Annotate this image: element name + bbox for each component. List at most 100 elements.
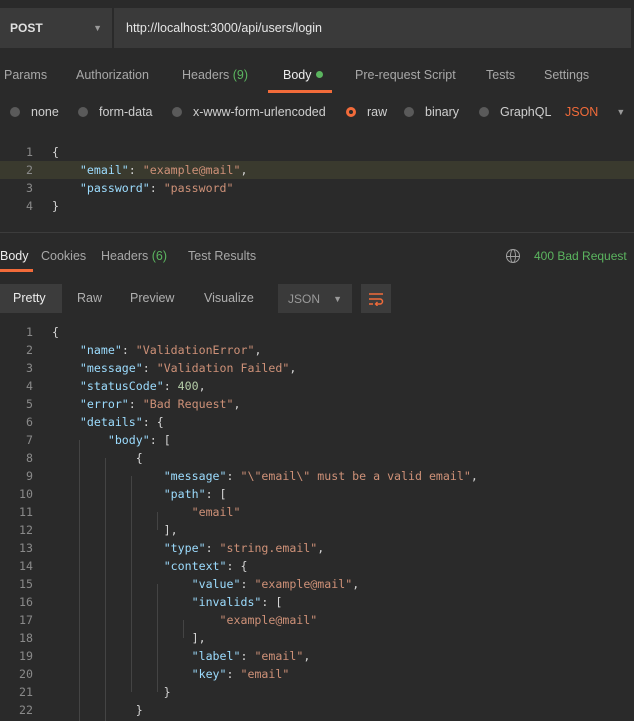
code-token: } bbox=[52, 703, 143, 717]
line-number: 18 bbox=[19, 631, 33, 645]
radio-circle-icon bbox=[404, 107, 414, 117]
tab-tests[interactable]: Tests bbox=[486, 58, 515, 92]
code-token: "ValidationError" bbox=[135, 343, 255, 357]
response-view-toolbar: Pretty Raw Preview Visualize JSON ▼ bbox=[0, 284, 634, 313]
view-preview-button[interactable]: Preview bbox=[130, 284, 174, 313]
code-line: 6 "details": { bbox=[0, 413, 634, 431]
code-token: "statusCode" bbox=[79, 379, 164, 393]
view-visualize-button[interactable]: Visualize bbox=[204, 284, 254, 313]
tab-body[interactable]: Body bbox=[283, 58, 323, 92]
code-token: : { bbox=[142, 415, 164, 429]
line-number: 16 bbox=[19, 595, 33, 609]
code-line: 4 "statusCode": 400, bbox=[0, 377, 634, 395]
line-number: 1 bbox=[26, 325, 33, 339]
view-pretty-button[interactable]: Pretty bbox=[0, 284, 62, 313]
tab-test-results[interactable]: Test Results bbox=[188, 241, 256, 271]
code-text: "error": "Bad Request", bbox=[52, 395, 241, 413]
tab-response-body[interactable]: Body bbox=[0, 241, 29, 271]
code-text: "email" bbox=[52, 503, 241, 521]
code-token: "message" bbox=[79, 361, 143, 375]
code-text: "message": "\"email\" must be a valid em… bbox=[52, 467, 478, 485]
code-token: : bbox=[149, 181, 164, 195]
code-token: ], bbox=[52, 523, 178, 537]
code-token: "value" bbox=[191, 577, 241, 591]
tab-cookies[interactable]: Cookies bbox=[41, 241, 86, 271]
radio-label: raw bbox=[367, 105, 388, 119]
code-line: 1{ bbox=[0, 143, 634, 161]
response-body-viewer[interactable]: 1{2 "name": "ValidationError", 3 "message… bbox=[0, 323, 634, 721]
tab-headers[interactable]: Headers (9) bbox=[182, 58, 248, 92]
line-number: 10 bbox=[19, 487, 33, 501]
code-line: 1{ bbox=[0, 323, 634, 341]
tab-response-headers[interactable]: Headers (6) bbox=[101, 241, 167, 271]
code-token: "context" bbox=[163, 559, 227, 573]
tab-params[interactable]: Params bbox=[4, 58, 47, 92]
code-line: 5 "error": "Bad Request", bbox=[0, 395, 634, 413]
code-token: "invalids" bbox=[191, 595, 262, 609]
tab-pre-request-script[interactable]: Pre-request Script bbox=[355, 58, 456, 92]
code-token: "Validation Failed" bbox=[156, 361, 290, 375]
line-number: 17 bbox=[19, 613, 33, 627]
response-format-select[interactable]: JSON ▼ bbox=[278, 284, 352, 313]
code-token: "name" bbox=[79, 343, 122, 357]
code-text: ], bbox=[52, 521, 178, 539]
code-token: : bbox=[205, 541, 220, 555]
wrap-lines-button[interactable] bbox=[361, 284, 391, 313]
globe-icon[interactable] bbox=[506, 249, 520, 263]
code-token: "password" bbox=[79, 181, 150, 195]
radio-form-data[interactable]: form-data bbox=[78, 100, 153, 124]
radio-x-www-form-urlencoded[interactable]: x-www-form-urlencoded bbox=[172, 100, 326, 124]
code-text: "invalids": [ bbox=[52, 593, 283, 611]
chevron-down-icon: ▼ bbox=[93, 23, 102, 33]
code-token: , bbox=[289, 361, 297, 375]
tab-authorization[interactable]: Authorization bbox=[76, 58, 149, 92]
code-token: : [ bbox=[205, 487, 227, 501]
raw-format-select[interactable]: JSON ▼ bbox=[565, 100, 625, 124]
request-body-editor[interactable]: 1{2 "email": "example@mail", 3 "password"… bbox=[0, 143, 634, 215]
code-line: 18 ], bbox=[0, 629, 634, 647]
line-number: 5 bbox=[26, 397, 33, 411]
code-text: ], bbox=[52, 629, 206, 647]
code-token: "string.email" bbox=[219, 541, 318, 555]
code-token: ], bbox=[52, 631, 206, 645]
view-label: Pretty bbox=[13, 291, 46, 305]
code-line: 16 "invalids": [ bbox=[0, 593, 634, 611]
line-number: 3 bbox=[26, 181, 33, 195]
request-tabs: Params Authorization Headers (9) Body Pr… bbox=[0, 58, 634, 93]
line-number: 12 bbox=[19, 523, 33, 537]
code-token: "email" bbox=[79, 163, 129, 177]
code-token: : bbox=[121, 343, 136, 357]
tab-label: Tests bbox=[486, 68, 516, 82]
code-token: : { bbox=[226, 559, 248, 573]
code-token: : bbox=[128, 163, 143, 177]
tab-settings[interactable]: Settings bbox=[544, 58, 589, 92]
headers-count: (9) bbox=[232, 68, 249, 82]
radio-none[interactable]: none bbox=[10, 100, 59, 124]
line-number: 20 bbox=[19, 667, 33, 681]
method-select[interactable]: POST ▼ bbox=[0, 8, 112, 48]
code-token: } bbox=[52, 685, 171, 699]
radio-label: x-www-form-urlencoded bbox=[193, 105, 326, 119]
radio-raw[interactable]: raw bbox=[346, 100, 387, 124]
code-token: "password" bbox=[163, 181, 234, 195]
radio-binary[interactable]: binary bbox=[404, 100, 459, 124]
code-text: "context": { bbox=[52, 557, 248, 575]
chevron-down-icon: ▼ bbox=[333, 293, 342, 304]
tab-label: Headers bbox=[182, 68, 230, 82]
code-text: "key": "email" bbox=[52, 665, 290, 683]
view-raw-button[interactable]: Raw bbox=[77, 284, 102, 313]
code-text: "path": [ bbox=[52, 485, 227, 503]
code-token: : bbox=[163, 379, 178, 393]
response-status: 400 Bad Request bbox=[506, 241, 627, 271]
code-token: "label" bbox=[191, 649, 241, 663]
code-line: 2 "name": "ValidationError", bbox=[0, 341, 634, 359]
url-input[interactable]: http://localhost:3000/api/users/login bbox=[114, 8, 631, 48]
radio-graphql[interactable]: GraphQL bbox=[479, 100, 551, 124]
radio-label: form-data bbox=[99, 105, 153, 119]
